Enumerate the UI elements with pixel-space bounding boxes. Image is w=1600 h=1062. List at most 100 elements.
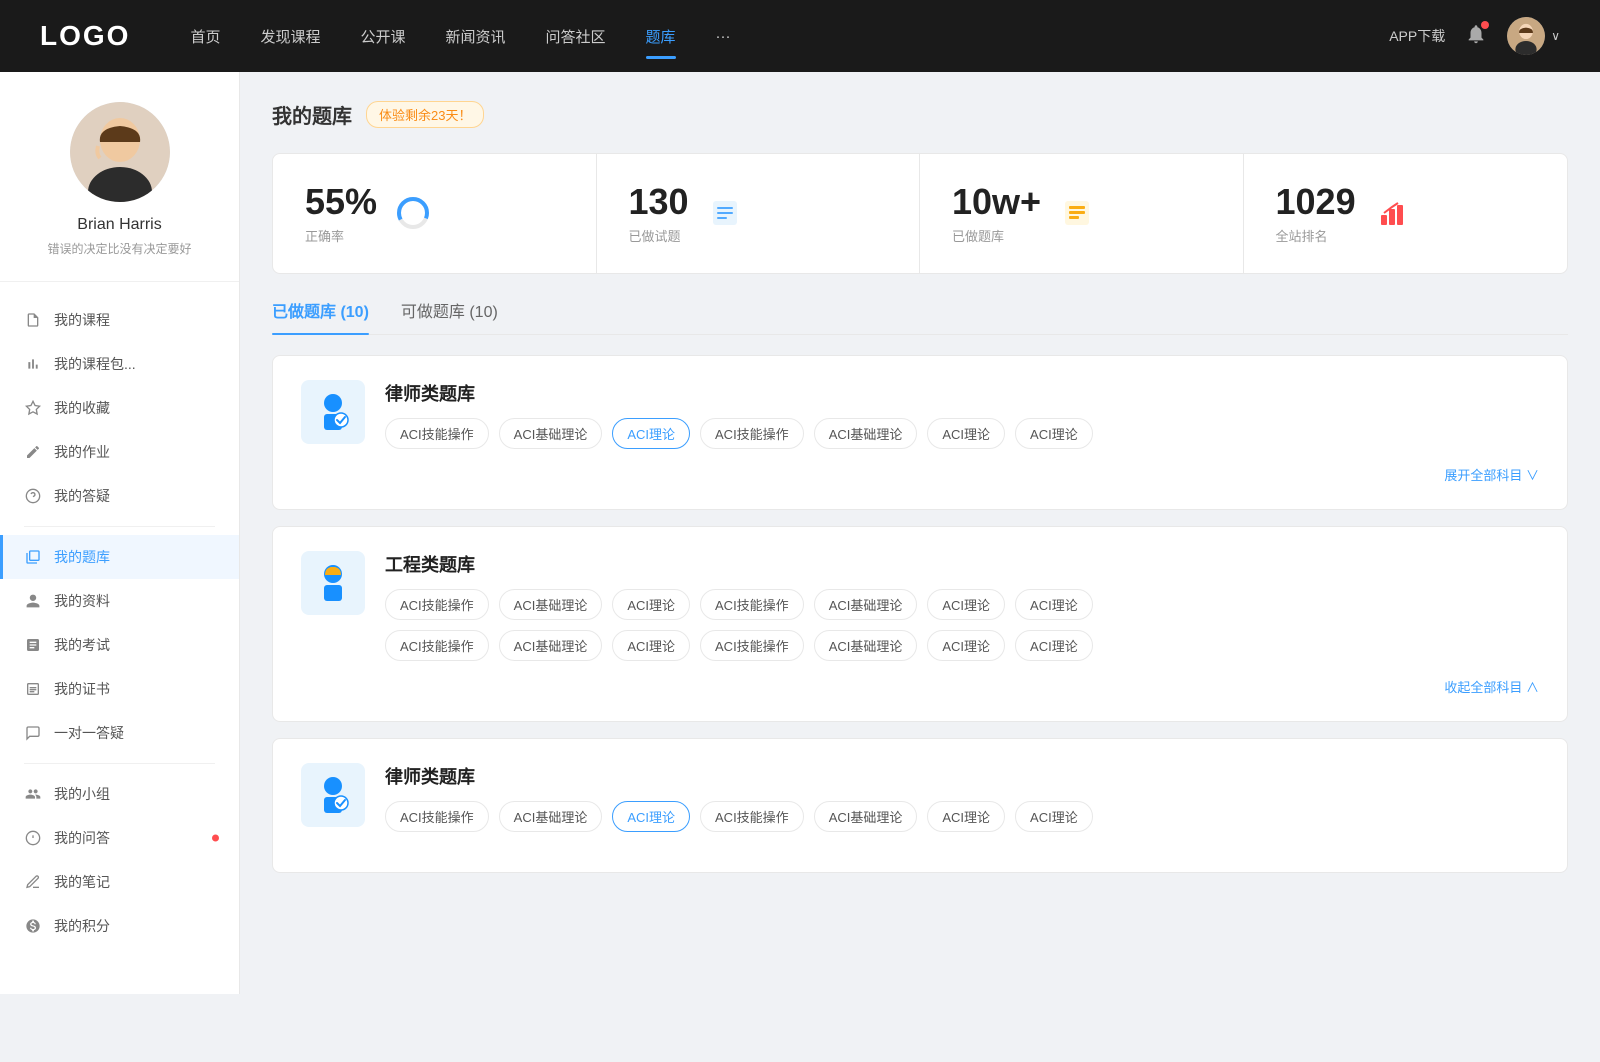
nav-open-course[interactable]: 公开课 — [360, 18, 405, 55]
nav-question-bank[interactable]: 题库 — [646, 18, 676, 55]
tag-1-6[interactable]: ACI理论 — [1015, 418, 1093, 449]
sidebar-item-points[interactable]: 我的积分 — [0, 904, 239, 948]
tag-1-0[interactable]: ACI技能操作 — [385, 418, 489, 449]
header: LOGO 首页 发现课程 公开课 新闻资讯 问答社区 题库 ··· APP下载 — [0, 0, 1600, 72]
tag-3-3[interactable]: ACI技能操作 — [700, 801, 804, 832]
tag-1-2[interactable]: ACI理论 — [612, 418, 690, 449]
sidebar-item-label: 我的课程包... — [54, 354, 136, 374]
stats-row: 55% 正确率 130 已做试题 — [272, 153, 1568, 274]
nav-news[interactable]: 新闻资讯 — [446, 18, 506, 55]
sidebar-item-question-bank[interactable]: 我的题库 — [0, 535, 239, 579]
tag-2-7[interactable]: ACI技能操作 — [385, 630, 489, 661]
stat-label-questions: 已做试题 — [629, 226, 689, 245]
chat-icon — [24, 724, 42, 742]
tag-2-1[interactable]: ACI基础理论 — [499, 589, 603, 620]
sidebar-item-label: 我的收藏 — [54, 398, 110, 418]
tags-row-3: ACI技能操作 ACI基础理论 ACI理论 ACI技能操作 ACI基础理论 AC… — [385, 801, 1539, 832]
tag-1-4[interactable]: ACI基础理论 — [814, 418, 918, 449]
tag-3-0[interactable]: ACI技能操作 — [385, 801, 489, 832]
tag-2-4[interactable]: ACI基础理论 — [814, 589, 918, 620]
stat-value-banks: 10w+ — [952, 182, 1041, 222]
stat-value-accuracy: 55% — [305, 182, 377, 222]
sidebar-item-label: 我的积分 — [54, 916, 110, 936]
page-title: 我的题库 — [272, 100, 352, 129]
nav-discover[interactable]: 发现课程 — [260, 18, 320, 55]
logo[interactable]: LOGO — [40, 20, 130, 52]
tab-available-banks[interactable]: 可做题库 (10) — [401, 298, 498, 334]
nav-qa[interactable]: 问答社区 — [546, 18, 606, 55]
sidebar-item-my-courses[interactable]: 我的课程 — [0, 298, 239, 342]
stat-label-ranking: 全站排名 — [1276, 226, 1356, 245]
qa-icon — [24, 829, 42, 847]
trial-badge: 体验剩余23天！ — [366, 101, 484, 128]
bank-card-lawyer-2: 律师类题库 ACI技能操作 ACI基础理论 ACI理论 ACI技能操作 ACI基… — [272, 738, 1568, 873]
tag-2-9[interactable]: ACI理论 — [612, 630, 690, 661]
user-avatar-menu[interactable]: ∨ — [1507, 17, 1560, 55]
nav-more[interactable]: ··· — [716, 20, 731, 53]
sidebar-item-course-pack[interactable]: 我的课程包... — [0, 342, 239, 386]
tag-2-10[interactable]: ACI技能操作 — [700, 630, 804, 661]
sidebar-item-favorites[interactable]: 我的收藏 — [0, 386, 239, 430]
sidebar-item-group[interactable]: 我的小组 — [0, 772, 239, 816]
sidebar-item-profile[interactable]: 我的资料 — [0, 579, 239, 623]
tag-2-12[interactable]: ACI理论 — [927, 630, 1005, 661]
pie-icon — [393, 193, 433, 233]
nav-home[interactable]: 首页 — [190, 18, 220, 55]
sidebar-item-label: 我的考试 — [54, 635, 110, 655]
tag-3-1[interactable]: ACI基础理论 — [499, 801, 603, 832]
app-download-button[interactable]: APP下载 — [1389, 26, 1445, 46]
tag-3-4[interactable]: ACI基础理论 — [814, 801, 918, 832]
page-header: 我的题库 体验剩余23天！ — [272, 100, 1568, 129]
sidebar-item-exams[interactable]: 我的考试 — [0, 623, 239, 667]
tag-2-0[interactable]: ACI技能操作 — [385, 589, 489, 620]
lawyer-icon-2 — [301, 763, 365, 827]
sidebar-item-label: 我的证书 — [54, 679, 110, 699]
sidebar-item-label: 我的笔记 — [54, 872, 110, 892]
user-icon — [24, 592, 42, 610]
tags-row-2-row2: ACI技能操作 ACI基础理论 ACI理论 ACI技能操作 ACI基础理论 AC… — [385, 630, 1539, 661]
points-icon — [24, 917, 42, 935]
tag-1-3[interactable]: ACI技能操作 — [700, 418, 804, 449]
expand-button-2[interactable]: 收起全部科目 ∧ — [1444, 680, 1539, 695]
tag-3-6[interactable]: ACI理论 — [1015, 801, 1093, 832]
tag-2-6[interactable]: ACI理论 — [1015, 589, 1093, 620]
sidebar-item-homework[interactable]: 我的作业 — [0, 430, 239, 474]
tag-2-2[interactable]: ACI理论 — [612, 589, 690, 620]
stat-accuracy: 55% 正确率 — [273, 154, 597, 273]
header-right: APP下载 ∨ — [1389, 17, 1560, 55]
tag-2-11[interactable]: ACI基础理论 — [814, 630, 918, 661]
tag-1-1[interactable]: ACI基础理论 — [499, 418, 603, 449]
tag-2-5[interactable]: ACI理论 — [927, 589, 1005, 620]
engineer-icon — [301, 551, 365, 615]
tab-done-banks[interactable]: 已做题库 (10) — [272, 298, 369, 334]
sidebar-item-label: 一对一答疑 — [54, 723, 124, 743]
tag-3-2[interactable]: ACI理论 — [612, 801, 690, 832]
profile-section: Brian Harris 错误的决定比没有决定要好 — [0, 102, 239, 282]
expand-button-1[interactable]: 展开全部科目 ∨ — [1444, 468, 1539, 483]
stat-value-questions: 130 — [629, 182, 689, 222]
avatar — [1507, 17, 1545, 55]
exam-icon — [24, 636, 42, 654]
sidebar-item-one-on-one[interactable]: 一对一答疑 — [0, 711, 239, 755]
sidebar-item-notes[interactable]: 我的笔记 — [0, 860, 239, 904]
tag-2-3[interactable]: ACI技能操作 — [700, 589, 804, 620]
stat-label-banks: 已做题库 — [952, 226, 1041, 245]
bank-card-header-2: 工程类题库 ACI技能操作 ACI基础理论 ACI理论 ACI技能操作 ACI基… — [301, 551, 1539, 661]
tag-2-13[interactable]: ACI理论 — [1015, 630, 1093, 661]
divider-2 — [24, 763, 215, 764]
tags-row-1: ACI技能操作 ACI基础理论 ACI理论 ACI技能操作 ACI基础理论 AC… — [385, 418, 1539, 449]
main-layout: Brian Harris 错误的决定比没有决定要好 我的课程 我的课程包... — [0, 72, 1600, 994]
list-icon — [705, 193, 745, 233]
sidebar-item-certificates[interactable]: 我的证书 — [0, 667, 239, 711]
sidebar-item-my-questions[interactable]: 我的问答 — [0, 816, 239, 860]
card-footer-2: 收起全部科目 ∧ — [301, 677, 1539, 697]
notification-bell[interactable] — [1465, 23, 1487, 50]
stat-label-accuracy: 正确率 — [305, 226, 377, 245]
bank-card-header-3: 律师类题库 ACI技能操作 ACI基础理论 ACI理论 ACI技能操作 ACI基… — [301, 763, 1539, 832]
edit-icon — [24, 443, 42, 461]
tag-3-5[interactable]: ACI理论 — [927, 801, 1005, 832]
sidebar-item-my-qa[interactable]: 我的答疑 — [0, 474, 239, 518]
tag-1-5[interactable]: ACI理论 — [927, 418, 1005, 449]
sidebar-item-label: 我的作业 — [54, 442, 110, 462]
tag-2-8[interactable]: ACI基础理论 — [499, 630, 603, 661]
